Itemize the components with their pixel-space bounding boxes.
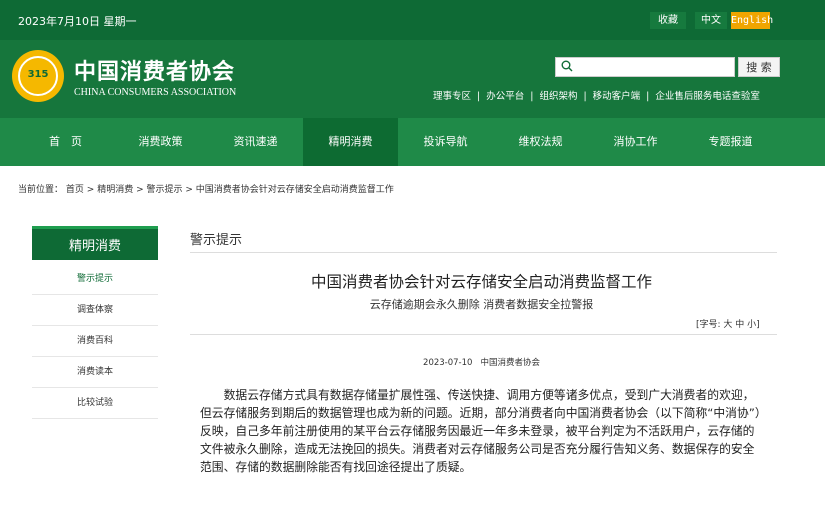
sidebar-item-surveys[interactable]: 调查体察 <box>32 295 158 326</box>
nav-item-home[interactable]: 首 页 <box>18 118 113 166</box>
section-title: 警示提示 <box>190 233 243 248</box>
article-subtitle: 云存储逾期会永久删除 消费者数据安全拉警报 <box>369 298 594 311</box>
nav-item-news[interactable]: 资讯速递 <box>208 118 303 166</box>
site-title[interactable]: 中国消费者协会 <box>74 54 235 86</box>
article-meta: 2023-07-10 中国消费者协会 <box>188 356 775 368</box>
link-organization[interactable]: 组织架构 <box>539 91 577 102</box>
nav-item-rights-law[interactable]: 维权法规 <box>493 118 588 166</box>
english-language-button[interactable]: English <box>731 12 773 29</box>
logo-emblem: 315 <box>18 56 58 96</box>
chinese-language-button[interactable]: 中文 <box>695 12 727 29</box>
sidebar-item-comparison-tests[interactable]: 比较试验 <box>32 388 158 419</box>
link-member-zone[interactable]: 理事专区 <box>433 91 471 102</box>
breadcrumb-warnings[interactable]: 警示提示 <box>146 185 182 195</box>
font-size-switcher[interactable]: [字号: 大 中 小] <box>696 317 760 330</box>
logo-emblem-text: 315 <box>27 69 49 80</box>
link-separator: | <box>646 91 650 102</box>
breadcrumb-smart-consumption[interactable]: 精明消费 <box>97 185 133 195</box>
site-logo[interactable]: 315 <box>12 50 64 102</box>
breadcrumb-current: 中国消费者协会针对云存储安全启动消费监督工作 <box>195 185 394 195</box>
article-source: 中国消费者协会 <box>480 358 540 368</box>
article-title: 中国消费者协会针对云存储安全启动消费监督工作 <box>310 273 652 291</box>
site-header: 315 中国消费者协会 CHINA CONSUMERS ASSOCIATION … <box>0 40 825 118</box>
breadcrumb: 当前位置： 首页 > 精明消费 > 警示提示 > 中国消费者协会针对云存储安全启… <box>18 182 394 195</box>
favorite-button[interactable]: 收藏 <box>650 12 686 29</box>
sidebar-title: 精明消费 <box>32 226 158 260</box>
site-subtitle: CHINA CONSUMERS ASSOCIATION <box>74 87 237 98</box>
link-after-sales-check[interactable]: 企业售后服务电话查验室 <box>655 91 760 102</box>
top-bar: 2023年7月10日 星期一 收藏 中文 English <box>0 0 825 40</box>
article-body: 数据云存储方式具有数据存储量扩展性强、传送快捷、调用方便等诸多优点，受到广大消费… <box>200 388 761 474</box>
breadcrumb-separator: > <box>185 185 196 195</box>
sidebar-item-warnings[interactable]: 警示提示 <box>32 264 158 295</box>
link-separator: | <box>530 91 534 102</box>
search-button[interactable]: 搜 索 <box>738 57 780 77</box>
sidebar-item-reader[interactable]: 消费读本 <box>32 357 158 388</box>
search-input[interactable] <box>555 57 735 77</box>
nav-item-complaint-guide[interactable]: 投诉导航 <box>398 118 493 166</box>
link-separator: | <box>477 91 481 102</box>
breadcrumb-separator: > <box>86 185 98 195</box>
nav-item-smart-consumption[interactable]: 精明消费 <box>303 118 398 166</box>
current-date: 2023年7月10日 星期一 <box>18 15 137 28</box>
breadcrumb-home[interactable]: 首页 <box>66 185 84 195</box>
main-nav: 首 页 消费政策 资讯速递 精明消费 投诉导航 维权法规 消协工作 专题报道 <box>0 118 825 166</box>
meta-divider <box>190 334 777 335</box>
sidebar-item-encyclopedia[interactable]: 消费百科 <box>32 326 158 357</box>
link-mobile-client[interactable]: 移动客户端 <box>593 91 641 102</box>
nav-item-association-work[interactable]: 消协工作 <box>588 118 683 166</box>
nav-item-consumer-policy[interactable]: 消费政策 <box>113 118 208 166</box>
breadcrumb-label: 当前位置： <box>18 185 64 195</box>
article-date: 2023-07-10 <box>423 358 473 368</box>
link-office-platform[interactable]: 办公平台 <box>486 91 524 102</box>
breadcrumb-separator: > <box>136 185 147 195</box>
link-separator: | <box>583 91 587 102</box>
nav-item-special-reports[interactable]: 专题报道 <box>683 118 778 166</box>
search-icon <box>561 60 573 72</box>
section-divider <box>190 252 777 253</box>
header-links: 理事专区 | 办公平台 | 组织架构 | 移动客户端 | 企业售后服务电话查验室 <box>433 88 760 102</box>
